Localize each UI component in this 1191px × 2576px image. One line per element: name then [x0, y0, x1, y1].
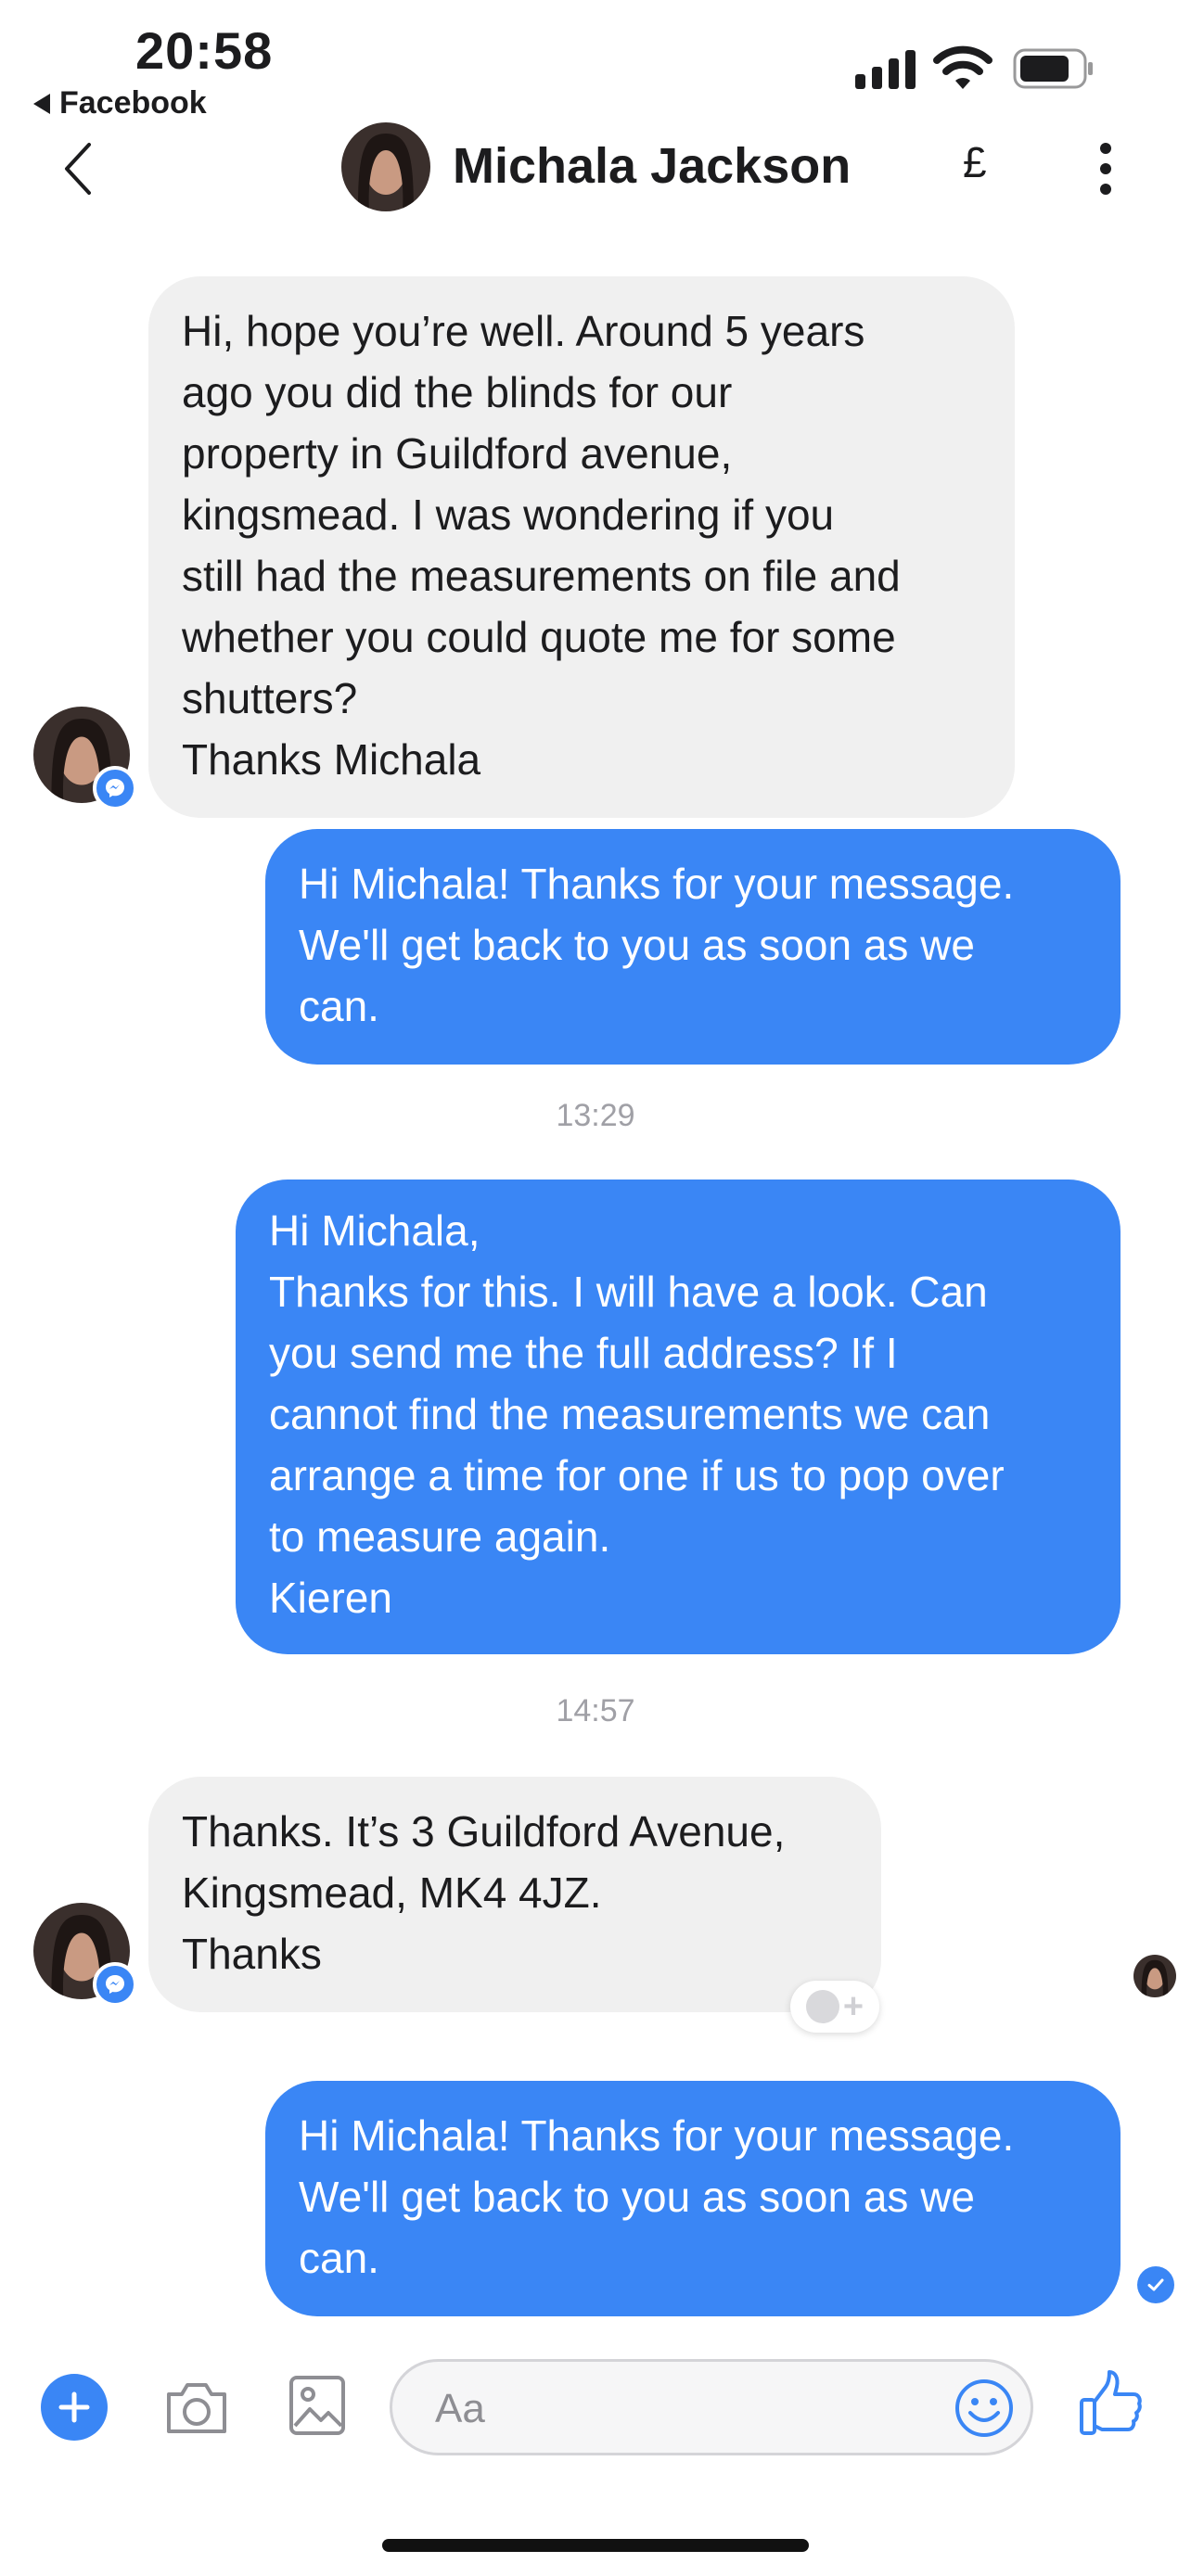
image-icon[interactable]: [288, 2374, 347, 2437]
timestamp: 14:57: [556, 1693, 635, 1728]
incoming-message[interactable]: Thanks. It’s 3 Guildford Avenue, Kingsme…: [148, 1777, 881, 2012]
back-app-label: Facebook: [59, 85, 207, 121]
timestamp: 13:29: [556, 1098, 635, 1133]
outgoing-message[interactable]: Hi Michala, Thanks for this. I will have…: [236, 1180, 1121, 1654]
pound-payment-button[interactable]: £: [963, 137, 987, 187]
incoming-message[interactable]: Hi, hope you’re well. Around 5 years ago…: [148, 276, 1015, 818]
reaction-plus-icon: +: [842, 1987, 864, 2026]
delivered-check-icon: [1137, 2266, 1174, 2303]
more-options-icon[interactable]: [1095, 143, 1117, 195]
camera-icon[interactable]: [163, 2378, 230, 2437]
wifi-icon: [933, 45, 992, 89]
add-plus-icon[interactable]: [41, 2374, 108, 2441]
reaction-smiley-icon: [805, 1990, 839, 2023]
message-input[interactable]: [433, 2380, 919, 2438]
smiley-icon[interactable]: [954, 2378, 1015, 2439]
home-indicator: [382, 2539, 809, 2552]
status-time: 20:58: [135, 21, 274, 80]
thumbs-up-icon[interactable]: [1078, 2368, 1145, 2439]
messenger-badge-icon: [93, 766, 137, 810]
outgoing-message[interactable]: Hi Michala! Thanks for your message. We'…: [265, 2081, 1121, 2316]
message-composer[interactable]: [390, 2359, 1033, 2455]
back-triangle-icon: [33, 93, 50, 114]
signal-icon: [855, 46, 918, 89]
battery-icon: [1013, 48, 1093, 89]
contact-avatar[interactable]: [341, 122, 430, 211]
back-to-app-link[interactable]: Facebook: [33, 85, 207, 121]
add-reaction-button[interactable]: +: [790, 1981, 879, 2033]
seen-avatar: [1133, 1955, 1176, 1997]
contact-name[interactable]: Michala Jackson: [453, 137, 851, 195]
back-chevron-icon[interactable]: [59, 141, 96, 197]
messenger-badge-icon: [93, 1962, 137, 2007]
outgoing-message[interactable]: Hi Michala! Thanks for your message. We'…: [265, 829, 1121, 1065]
